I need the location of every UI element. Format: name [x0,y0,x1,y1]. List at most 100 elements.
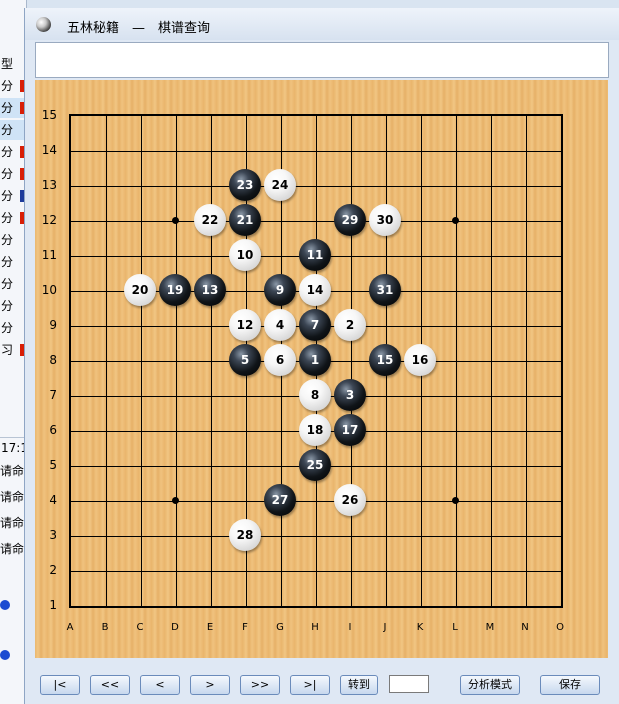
save-button[interactable]: 保存 [540,675,600,695]
white-stone[interactable]: 30 [369,204,401,236]
back-many-button[interactable]: << [90,675,130,695]
row-text: 分 [1,167,14,181]
background-list-row[interactable]: 分 [0,274,26,294]
white-stone[interactable]: 28 [229,519,261,551]
background-list-row[interactable]: 分 [0,186,26,206]
background-list-row[interactable]: 分 [0,98,26,118]
black-stone[interactable]: 25 [299,449,331,481]
white-stone[interactable]: 2 [334,309,366,341]
white-stone[interactable]: 16 [404,344,436,376]
white-stone[interactable]: 8 [299,379,331,411]
white-stone[interactable]: 10 [229,239,261,271]
grid-line [71,536,561,537]
row-label: 6 [49,423,57,437]
black-stone[interactable]: 17 [334,414,366,446]
game-board[interactable]: 15 14 13 12 11 10 9 8 7 6 5 4 3 2 1 A B C D E F G H I J K L M N O 1 2 3 4… [35,80,608,658]
grid-line [351,116,352,606]
black-stone[interactable]: 13 [194,274,226,306]
column-label: E [206,622,214,633]
star-point [452,217,459,224]
grid-line [491,116,492,606]
row-label: 15 [41,108,57,122]
grid-line [71,571,561,572]
column-label: K [416,622,424,633]
time-label: 17:1 [0,437,26,458]
status-dot-icon [0,600,10,610]
row-text: 分 [1,233,14,247]
row-label: 9 [49,318,57,332]
analysis-mode-button[interactable]: 分析模式 [460,675,520,695]
background-list-row[interactable]: 习 [0,340,26,360]
row-label: 12 [41,213,57,227]
column-label: B [101,622,109,633]
white-stone[interactable]: 24 [264,169,296,201]
row-text: 分 [1,255,14,269]
column-label: C [136,622,144,633]
star-point [452,497,459,504]
white-stone[interactable]: 22 [194,204,226,236]
white-stone[interactable]: 12 [229,309,261,341]
goto-move-input[interactable] [389,675,429,693]
star-point [172,497,179,504]
black-stone[interactable]: 7 [299,309,331,341]
background-list-row[interactable]: 分 [0,296,26,316]
last-move-button[interactable]: >| [290,675,330,695]
row-label: 8 [49,353,57,367]
black-stone[interactable]: 11 [299,239,331,271]
white-stone[interactable]: 4 [264,309,296,341]
column-label: N [521,622,529,633]
column-label: O [556,622,564,633]
game-record-dialog: 五林秘籍 — 棋谱查询 15 14 13 12 11 10 9 8 7 6 5 4 3 2 1 A B C D E F G… [24,8,619,704]
black-stone[interactable]: 5 [229,344,261,376]
black-stone[interactable]: 1 [299,344,331,376]
black-stone[interactable]: 3 [334,379,366,411]
row-text: 分 [1,101,14,115]
white-stone[interactable]: 6 [264,344,296,376]
first-move-button[interactable]: |< [40,675,80,695]
background-message: 请命 [0,464,25,478]
background-list-row[interactable]: 分 [0,120,26,140]
row-text: 分 [1,277,14,291]
forward-many-button[interactable]: >> [240,675,280,695]
row-label: 10 [41,283,57,297]
black-stone[interactable]: 29 [334,204,366,236]
background-list-row[interactable]: 分 [0,252,26,272]
next-move-button[interactable]: > [190,675,230,695]
row-label: 13 [41,178,57,192]
white-stone[interactable]: 18 [299,414,331,446]
title-bar[interactable]: 五林秘籍 — 棋谱查询 [25,8,619,40]
column-label: J [383,622,387,633]
row-label: 11 [41,248,57,262]
row-label: 4 [49,493,57,507]
row-text: 分 [1,321,14,335]
row-label: 7 [49,388,57,402]
white-stone[interactable]: 26 [334,484,366,516]
black-stone[interactable]: 23 [229,169,261,201]
white-stone[interactable]: 14 [299,274,331,306]
comment-box[interactable] [35,42,609,78]
background-list-row[interactable]: 分 [0,318,26,338]
black-stone[interactable]: 31 [369,274,401,306]
black-stone[interactable]: 27 [264,484,296,516]
background-list-row[interactable]: 分 [0,208,26,228]
window-title: 五林秘籍 — 棋谱查询 [67,21,211,36]
black-stone[interactable]: 19 [159,274,191,306]
row-text: 分 [1,145,14,159]
row-text: 分 [1,79,14,93]
goto-button[interactable]: 转到 [340,675,378,695]
white-stone[interactable]: 20 [124,274,156,306]
grid-line [456,116,457,606]
background-message: 请命 [0,542,25,556]
background-list-row[interactable]: 分 [0,164,26,184]
background-list-row[interactable]: 分 [0,76,26,96]
row-label: 14 [41,143,57,157]
prev-move-button[interactable]: < [140,675,180,695]
background-list-row[interactable]: 分 [0,230,26,250]
row-label: 2 [49,563,57,577]
column-label: H [311,622,319,633]
black-stone[interactable]: 15 [369,344,401,376]
black-stone[interactable]: 21 [229,204,261,236]
background-app-panel: 型 17:1 分分分分分分分分分分分分习请命 请命 请命 请命 [0,0,27,704]
black-stone[interactable]: 9 [264,274,296,306]
background-list-row[interactable]: 分 [0,142,26,162]
